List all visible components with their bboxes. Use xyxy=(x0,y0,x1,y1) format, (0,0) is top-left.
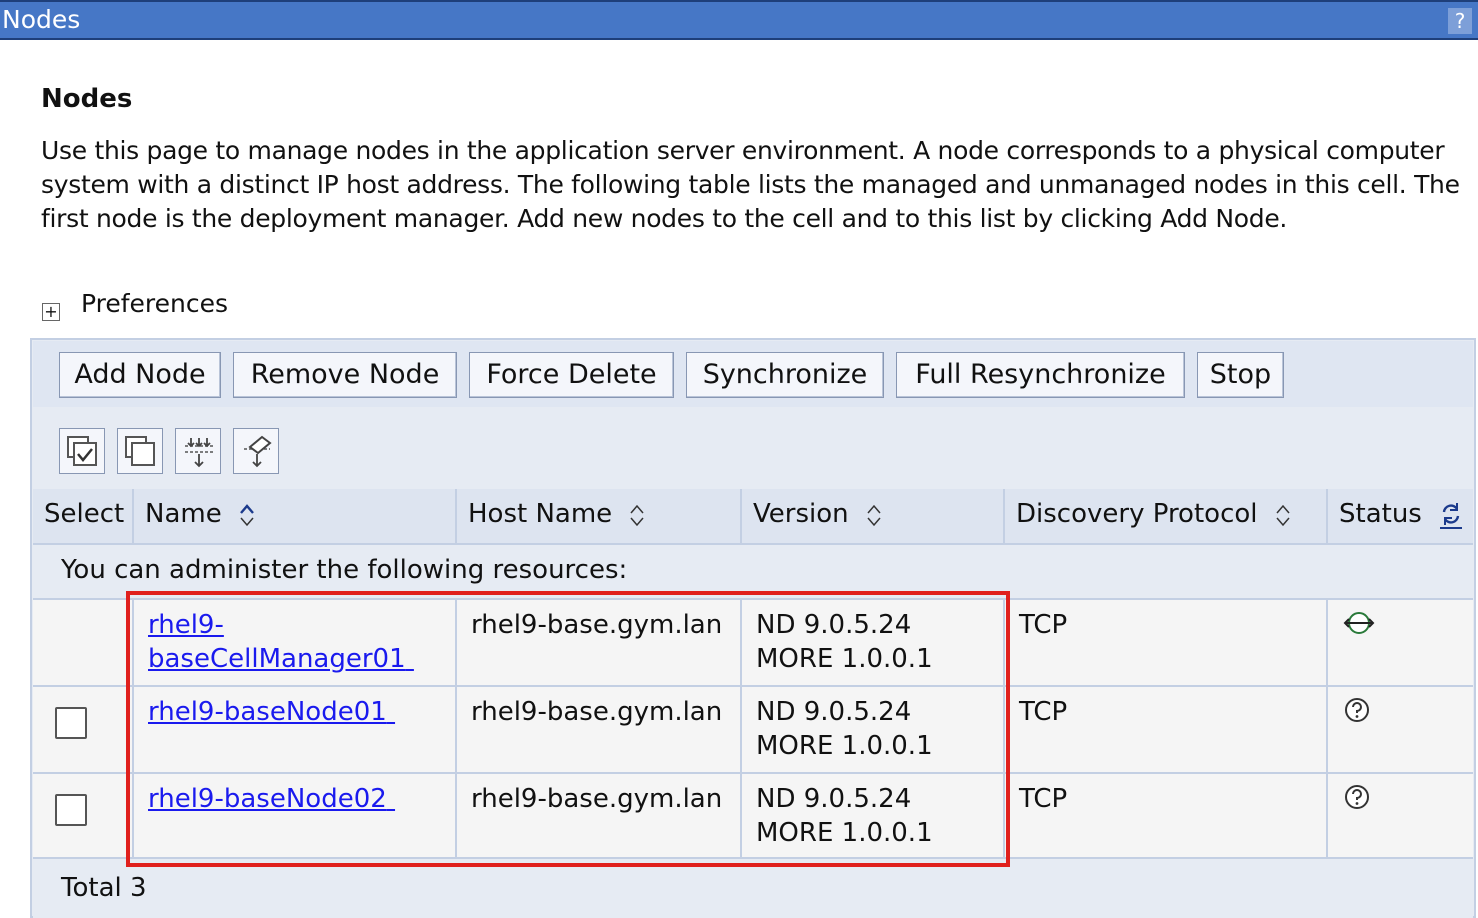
page-title: Nodes xyxy=(41,84,133,114)
version-cell: ND 9.0.5.24 MORE 1.0.0.1 xyxy=(742,774,1005,857)
host-name-header-label: Host Name xyxy=(468,499,613,529)
preferences-label[interactable]: Preferences xyxy=(81,289,228,318)
node-name-part: rhel9-baseNode02 xyxy=(148,784,387,814)
host-cell: rhel9-base.gym.lan xyxy=(457,600,742,685)
select-cell xyxy=(33,687,134,772)
node-name-part: rhel9-baseNode01 xyxy=(148,697,387,727)
column-header-status: Status xyxy=(1328,489,1473,543)
select-cell xyxy=(33,600,134,685)
table-row: rhel9- baseCellManager01 rhel9-base.gym.l… xyxy=(33,598,1473,685)
node-link[interactable]: rhel9-baseNode02 xyxy=(148,784,395,814)
unknown-status-icon xyxy=(1345,785,1369,809)
column-header-version[interactable]: Version xyxy=(742,489,1005,543)
protocol-cell: TCP xyxy=(1005,600,1328,685)
table-total: Total 3 xyxy=(33,857,1473,918)
version-line: MORE 1.0.0.1 xyxy=(756,731,933,761)
node-link[interactable]: rhel9- baseCellManager01 xyxy=(148,610,414,674)
name-cell: rhel9-baseNode02 xyxy=(134,774,457,857)
column-header-select: Select xyxy=(33,489,134,543)
select-all-icon[interactable] xyxy=(59,428,105,474)
column-header-host-name[interactable]: Host Name xyxy=(457,489,742,543)
name-cell: rhel9-baseNode01 xyxy=(134,687,457,772)
name-header-label: Name xyxy=(145,499,222,529)
clear-filter-icon[interactable] xyxy=(233,428,279,474)
unknown-status-icon xyxy=(1345,698,1369,722)
window-titlebar: Nodes ? xyxy=(0,0,1478,40)
status-cell xyxy=(1328,687,1473,772)
version-header-label: Version xyxy=(753,499,849,529)
force-delete-button[interactable]: Force Delete xyxy=(469,352,674,398)
protocol-cell: TCP xyxy=(1005,774,1328,857)
sort-icon[interactable] xyxy=(865,502,883,528)
protocol-cell: TCP xyxy=(1005,687,1328,772)
version-line: ND 9.0.5.24 xyxy=(756,784,912,814)
row-checkbox[interactable] xyxy=(55,794,87,826)
window-title: Nodes xyxy=(2,5,81,34)
sort-ascending-icon[interactable] xyxy=(238,502,256,528)
page-description: Use this page to manage nodes in the app… xyxy=(41,136,1460,233)
status-cell xyxy=(1328,774,1473,857)
deselect-all-icon[interactable] xyxy=(117,428,163,474)
show-filter-icon[interactable] xyxy=(175,428,221,474)
version-line: MORE 1.0.0.1 xyxy=(756,644,933,674)
table-row: rhel9-baseNode01 rhel9-base.gym.lan ND 9… xyxy=(33,685,1473,772)
column-header-name[interactable]: Name xyxy=(134,489,457,543)
status-header-label: Status xyxy=(1339,499,1422,529)
node-link[interactable]: rhel9-baseNode01 xyxy=(148,697,395,727)
row-checkbox[interactable] xyxy=(55,707,87,739)
table-row: rhel9-baseNode02 rhel9-base.gym.lan ND 9… xyxy=(33,772,1473,857)
version-cell: ND 9.0.5.24 MORE 1.0.0.1 xyxy=(742,600,1005,685)
add-node-button[interactable]: Add Node xyxy=(59,352,221,398)
sort-icon[interactable] xyxy=(1274,502,1292,528)
select-header-label: Select xyxy=(44,499,125,529)
node-name-part: rhel9- xyxy=(148,610,224,640)
column-header-discovery-protocol[interactable]: Discovery Protocol xyxy=(1005,489,1328,543)
status-cell xyxy=(1328,600,1473,685)
sort-icon[interactable] xyxy=(628,502,646,528)
discovery-protocol-header-label: Discovery Protocol xyxy=(1016,499,1258,529)
version-line: ND 9.0.5.24 xyxy=(756,610,912,640)
select-cell xyxy=(33,774,134,857)
host-cell: rhel9-base.gym.lan xyxy=(457,774,742,857)
host-cell: rhel9-base.gym.lan xyxy=(457,687,742,772)
preferences-expand-icon[interactable]: + xyxy=(42,303,60,321)
stop-button[interactable]: Stop xyxy=(1197,352,1284,398)
name-cell: rhel9- baseCellManager01 xyxy=(134,600,457,685)
version-cell: ND 9.0.5.24 MORE 1.0.0.1 xyxy=(742,687,1005,772)
deployment-manager-status-icon xyxy=(1343,612,1375,634)
full-resynchronize-button[interactable]: Full Resynchronize xyxy=(896,352,1185,398)
synchronize-button[interactable]: Synchronize xyxy=(686,352,884,398)
resources-caption: You can administer the following resourc… xyxy=(33,543,1473,598)
version-line: MORE 1.0.0.1 xyxy=(756,818,933,848)
refresh-status-icon[interactable] xyxy=(1438,500,1464,530)
help-button[interactable]: ? xyxy=(1448,8,1472,34)
node-name-part: baseCellManager01 xyxy=(148,644,406,674)
remove-node-button[interactable]: Remove Node xyxy=(233,352,457,398)
version-line: ND 9.0.5.24 xyxy=(756,697,912,727)
